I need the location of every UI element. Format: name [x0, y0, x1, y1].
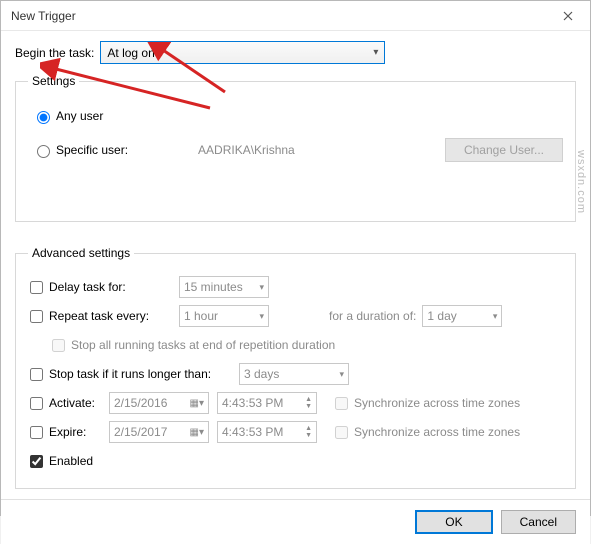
titlebar: New Trigger: [1, 1, 590, 31]
sync-expire-checkbox: [335, 426, 348, 439]
dialog-footer: OK Cancel: [1, 499, 590, 544]
duration-value: 1 day: [427, 309, 456, 323]
enabled-label: Enabled: [49, 454, 93, 468]
begin-task-combo[interactable]: At log on ▾: [100, 41, 385, 64]
settings-legend: Settings: [28, 74, 79, 88]
expire-date-value: 2/15/2017: [114, 425, 167, 439]
sync-activate-checkbox: [335, 397, 348, 410]
expire-label: Expire:: [49, 425, 109, 439]
settings-group: Settings Any user Specific user: AADRIKA…: [15, 74, 576, 222]
spinner-icon: ▲▼: [305, 396, 312, 410]
chevron-down-icon: ▾: [259, 311, 264, 322]
specific-user-value: AADRIKA\Krishna: [198, 143, 295, 157]
repeat-checkbox[interactable]: [30, 310, 43, 323]
stop-longer-combo: 3 days ▾: [239, 363, 349, 385]
expire-time-value: 4:43:53 PM: [222, 425, 283, 439]
specific-user-row: Specific user: AADRIKA\Krishna Change Us…: [32, 138, 563, 162]
stop-longer-checkbox[interactable]: [30, 368, 43, 381]
expire-checkbox[interactable]: [30, 426, 43, 439]
advanced-group: Advanced settings Delay task for: 15 min…: [15, 246, 576, 489]
enabled-row: Enabled: [28, 449, 563, 473]
sync-activate-label: Synchronize across time zones: [354, 396, 520, 410]
calendar-icon: ▦▾: [190, 398, 204, 409]
duration-combo: 1 day ▾: [422, 305, 502, 327]
spinner-icon: ▲▼: [305, 425, 312, 439]
begin-task-label: Begin the task:: [15, 46, 94, 60]
stop-all-label: Stop all running tasks at end of repetit…: [71, 338, 335, 352]
chevron-down-icon: ▾: [373, 47, 378, 58]
delay-combo: 15 minutes ▾: [179, 276, 269, 298]
dialog-window: New Trigger Begin the task: At log on ▾ …: [0, 0, 591, 516]
expire-row: Expire: 2/15/2017 ▦▾ 4:43:53 PM ▲▼ Synch…: [28, 420, 563, 444]
advanced-legend: Advanced settings: [28, 246, 134, 260]
repeat-row: Repeat task every: 1 hour ▾ for a durati…: [28, 304, 563, 328]
calendar-icon: ▦▾: [190, 427, 204, 438]
duration-label: for a duration of:: [329, 309, 416, 323]
any-user-radio[interactable]: [37, 111, 50, 124]
stop-all-row: Stop all running tasks at end of repetit…: [50, 333, 563, 357]
close-button[interactable]: [545, 1, 590, 31]
close-icon: [563, 11, 573, 21]
activate-time-input: 4:43:53 PM ▲▼: [217, 392, 317, 414]
chevron-down-icon: ▾: [259, 282, 264, 293]
window-title: New Trigger: [1, 9, 76, 23]
delay-row: Delay task for: 15 minutes ▾: [28, 275, 563, 299]
chevron-down-icon: ▾: [339, 369, 344, 380]
specific-user-label: Specific user:: [56, 143, 128, 157]
delay-value: 15 minutes: [184, 280, 243, 294]
repeat-label: Repeat task every:: [49, 309, 179, 323]
watermark: wsxdn.com: [575, 150, 587, 214]
stop-longer-value: 3 days: [244, 367, 279, 381]
repeat-combo: 1 hour ▾: [179, 305, 269, 327]
chevron-down-icon: ▾: [493, 311, 498, 322]
stop-longer-label: Stop task if it runs longer than:: [49, 367, 239, 381]
activate-checkbox[interactable]: [30, 397, 43, 410]
specific-user-radio[interactable]: [37, 145, 50, 158]
change-user-button: Change User...: [445, 138, 563, 162]
expire-date-input: 2/15/2017 ▦▾: [109, 421, 209, 443]
begin-task-value: At log on: [107, 46, 154, 60]
expire-time-input: 4:43:53 PM ▲▼: [217, 421, 317, 443]
activate-label: Activate:: [49, 396, 109, 410]
delay-label: Delay task for:: [49, 280, 179, 294]
dialog-content: Begin the task: At log on ▾ Settings Any…: [1, 31, 590, 499]
stop-longer-row: Stop task if it runs longer than: 3 days…: [28, 362, 563, 386]
activate-row: Activate: 2/15/2016 ▦▾ 4:43:53 PM ▲▼ Syn…: [28, 391, 563, 415]
activate-date-input: 2/15/2016 ▦▾: [109, 392, 209, 414]
begin-task-row: Begin the task: At log on ▾: [15, 41, 576, 64]
activate-time-value: 4:43:53 PM: [222, 396, 283, 410]
sync-expire-label: Synchronize across time zones: [354, 425, 520, 439]
repeat-value: 1 hour: [184, 309, 218, 323]
any-user-row: Any user: [32, 108, 563, 124]
enabled-checkbox[interactable]: [30, 455, 43, 468]
activate-date-value: 2/15/2016: [114, 396, 167, 410]
stop-all-checkbox: [52, 339, 65, 352]
delay-checkbox[interactable]: [30, 281, 43, 294]
any-user-label: Any user: [56, 109, 103, 123]
ok-button[interactable]: OK: [415, 510, 492, 534]
cancel-button[interactable]: Cancel: [501, 510, 576, 534]
